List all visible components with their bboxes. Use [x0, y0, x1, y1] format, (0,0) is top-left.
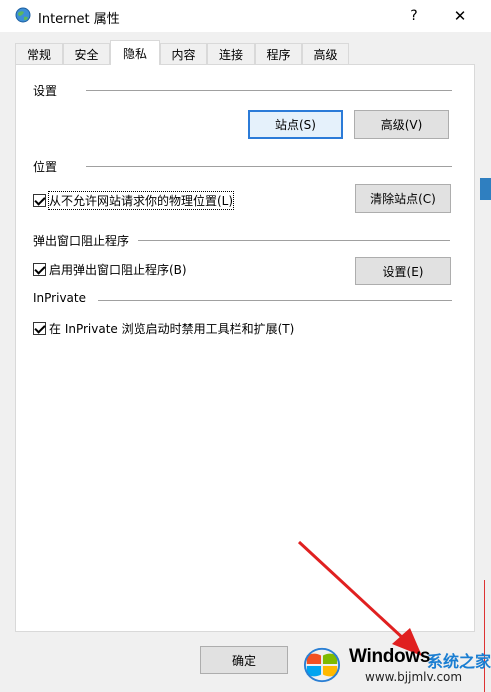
inprivate-group-title: InPrivate [33, 291, 86, 305]
tab-general[interactable]: 常规 [15, 43, 63, 64]
tab-content[interactable]: 内容 [160, 43, 207, 64]
tab-programs[interactable]: 程序 [255, 43, 302, 64]
popup-settings-button[interactable]: 设置(E) [355, 257, 451, 285]
ok-button-label: 确定 [231, 653, 256, 668]
help-icon: ? [410, 8, 418, 24]
watermark-url: www.bjjmlv.com [365, 670, 463, 684]
popup-blocker-group-divider [138, 240, 450, 241]
clear-sites-button-label: 清除站点(C) [370, 192, 436, 206]
tab-security[interactable]: 安全 [63, 43, 110, 64]
background-window-edge [480, 178, 491, 200]
tab-advanced[interactable]: 高级 [302, 43, 349, 64]
tab-programs-label: 程序 [266, 47, 291, 62]
advanced-button-label: 高级(V) [380, 118, 423, 132]
inprivate-group-divider [98, 300, 452, 301]
inprivate-checkbox-label[interactable]: 在 InPrivate 浏览启动时禁用工具栏和扩展(T) [49, 320, 294, 337]
tab-security-label: 安全 [74, 47, 99, 62]
internet-options-dialog: Internet 属性 ? ✕ 常规 安全 隐私 内容 连接 程序 高级 设置 … [0, 0, 491, 692]
tab-privacy[interactable]: 隐私 [110, 40, 160, 65]
close-button[interactable]: ✕ [440, 0, 480, 32]
location-group-divider [86, 166, 452, 167]
inprivate-checkbox[interactable] [33, 322, 46, 335]
popup-blocker-group-title: 弹出窗口阻止程序 [33, 232, 130, 249]
close-icon: ✕ [453, 7, 467, 25]
internet-globe-icon [15, 7, 31, 23]
title-bar: Internet 属性 ? ✕ [0, 0, 491, 32]
ok-button[interactable]: 确定 [200, 646, 288, 674]
location-checkbox-label[interactable]: 从不允许网站请求你的物理位置(L) [47, 191, 235, 210]
location-checkbox[interactable] [33, 194, 46, 207]
popup-settings-button-label: 设置(E) [382, 264, 424, 279]
watermark-brand: Windows [349, 646, 431, 667]
tab-privacy-label: 隐私 [122, 46, 147, 61]
watermark: Windows 系统之家 www.bjjmlv.com [297, 640, 491, 692]
sites-button-label: 站点(S) [275, 118, 316, 132]
privacy-panel: 设置 站点(S) 高级(V) 位置 从不允许网站请求你的物理位置(L) 清除站点… [15, 64, 475, 632]
clear-sites-button[interactable]: 清除站点(C) [355, 184, 451, 213]
popup-blocker-checkbox[interactable] [33, 263, 46, 276]
popup-blocker-checkbox-label[interactable]: 启用弹出窗口阻止程序(B) [49, 261, 187, 278]
location-group-title: 位置 [33, 158, 58, 175]
help-button[interactable]: ? [398, 0, 430, 32]
tab-connections[interactable]: 连接 [207, 43, 255, 64]
settings-group-divider [86, 90, 452, 91]
tab-general-label: 常规 [26, 47, 51, 62]
tab-connections-label: 连接 [218, 47, 243, 62]
tab-advanced-label: 高级 [313, 47, 338, 62]
windows-logo-icon [303, 647, 341, 683]
sites-button[interactable]: 站点(S) [248, 110, 343, 139]
settings-group-title: 设置 [33, 82, 58, 99]
watermark-brand-cn: 系统之家 [427, 652, 491, 671]
window-title: Internet 属性 [38, 12, 120, 27]
advanced-button[interactable]: 高级(V) [354, 110, 449, 139]
tab-content-label: 内容 [171, 47, 196, 62]
